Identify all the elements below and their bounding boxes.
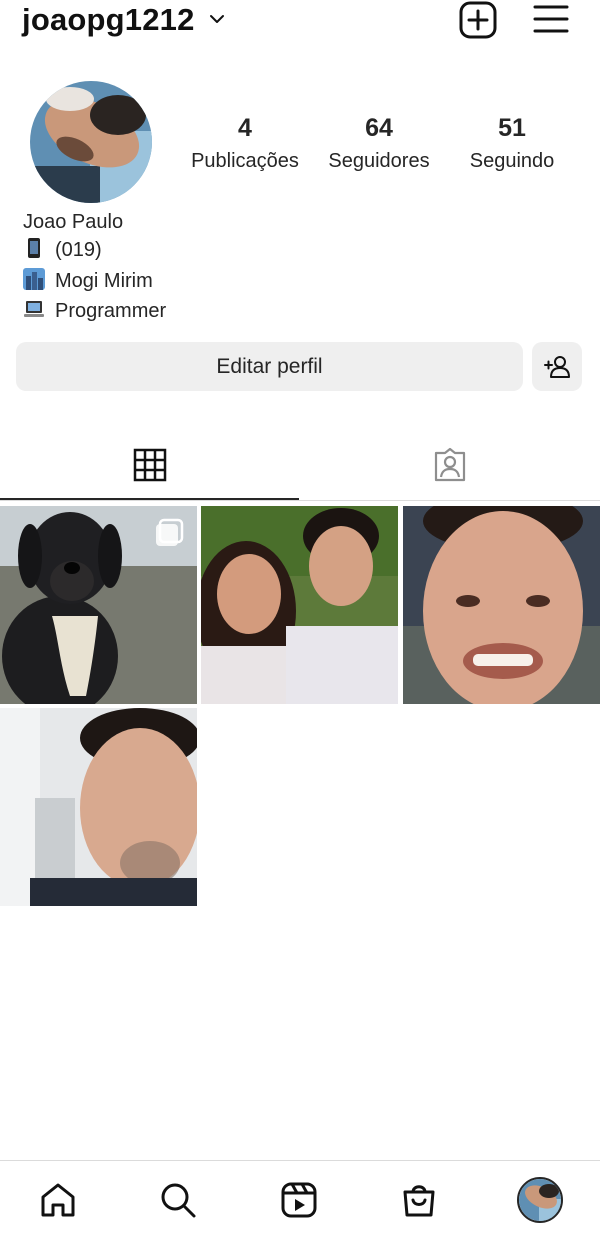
laptop-icon (24, 301, 44, 317)
cityscape-icon (23, 268, 45, 290)
profile-name: Joao Paulo (23, 211, 124, 233)
post-thumbnail-dog[interactable] (0, 506, 197, 704)
reels-icon (281, 1182, 317, 1218)
new-post-icon[interactable] (458, 0, 498, 40)
home-icon (41, 1183, 75, 1217)
nav-profile[interactable] (512, 1172, 568, 1228)
followers-label: Seguidores (328, 150, 430, 172)
bio-phone-text: (019) (55, 239, 102, 261)
posts-label: Publicações (191, 150, 299, 172)
bio-line-city: Mogi Mirim (23, 266, 153, 296)
active-tab-indicator (0, 498, 299, 500)
grid-icon (133, 448, 166, 482)
bio-line-phone: (019) (23, 235, 102, 265)
posts-count: 4 (238, 114, 252, 142)
search-icon (161, 1183, 196, 1218)
nav-reels[interactable] (271, 1172, 327, 1228)
bio-job-text: Programmer (55, 300, 167, 322)
discover-people-button[interactable] (532, 342, 582, 391)
mobile-phone-icon (28, 238, 40, 258)
avatar-photo (30, 81, 152, 203)
tab-posts-grid[interactable] (0, 432, 299, 498)
post-thumbnail-selfie-portrait[interactable] (0, 708, 197, 906)
menu-icon[interactable] (531, 0, 571, 40)
followers-stat[interactable]: 64 Seguidores (309, 112, 449, 178)
post-photo (0, 708, 197, 906)
following-count: 51 (498, 114, 526, 142)
avatar-photo (519, 1179, 561, 1221)
shop-icon (403, 1185, 435, 1217)
nav-shop[interactable] (391, 1172, 447, 1228)
profile-avatar-small (517, 1177, 563, 1223)
bio-line-job: Programmer (23, 296, 166, 326)
post-thumbnail-selfie-two[interactable] (201, 506, 398, 704)
bottom-nav-divider (0, 1160, 600, 1161)
post-thumbnail-selfie-smile[interactable] (403, 506, 600, 704)
add-user-icon (544, 355, 570, 378)
post-photo (403, 506, 600, 704)
followers-count: 64 (365, 114, 393, 142)
post-photo (201, 506, 398, 704)
nav-home[interactable] (30, 1172, 86, 1228)
tagged-icon (434, 447, 465, 482)
following-stat[interactable]: 51 Seguindo (442, 112, 582, 178)
post-photo (0, 506, 197, 704)
tab-tagged[interactable] (300, 432, 599, 498)
chevron-down-icon[interactable] (206, 8, 228, 30)
nav-search[interactable] (150, 1172, 206, 1228)
edit-profile-button[interactable]: Editar perfil (16, 342, 523, 391)
posts-stat[interactable]: 4 Publicações (175, 112, 315, 178)
tabs-divider (0, 500, 600, 501)
following-label: Seguindo (469, 150, 555, 172)
profile-avatar[interactable] (30, 81, 152, 203)
bio-city-text: Mogi Mirim (55, 270, 153, 292)
profile-username[interactable]: joaopg1212 (22, 2, 195, 38)
